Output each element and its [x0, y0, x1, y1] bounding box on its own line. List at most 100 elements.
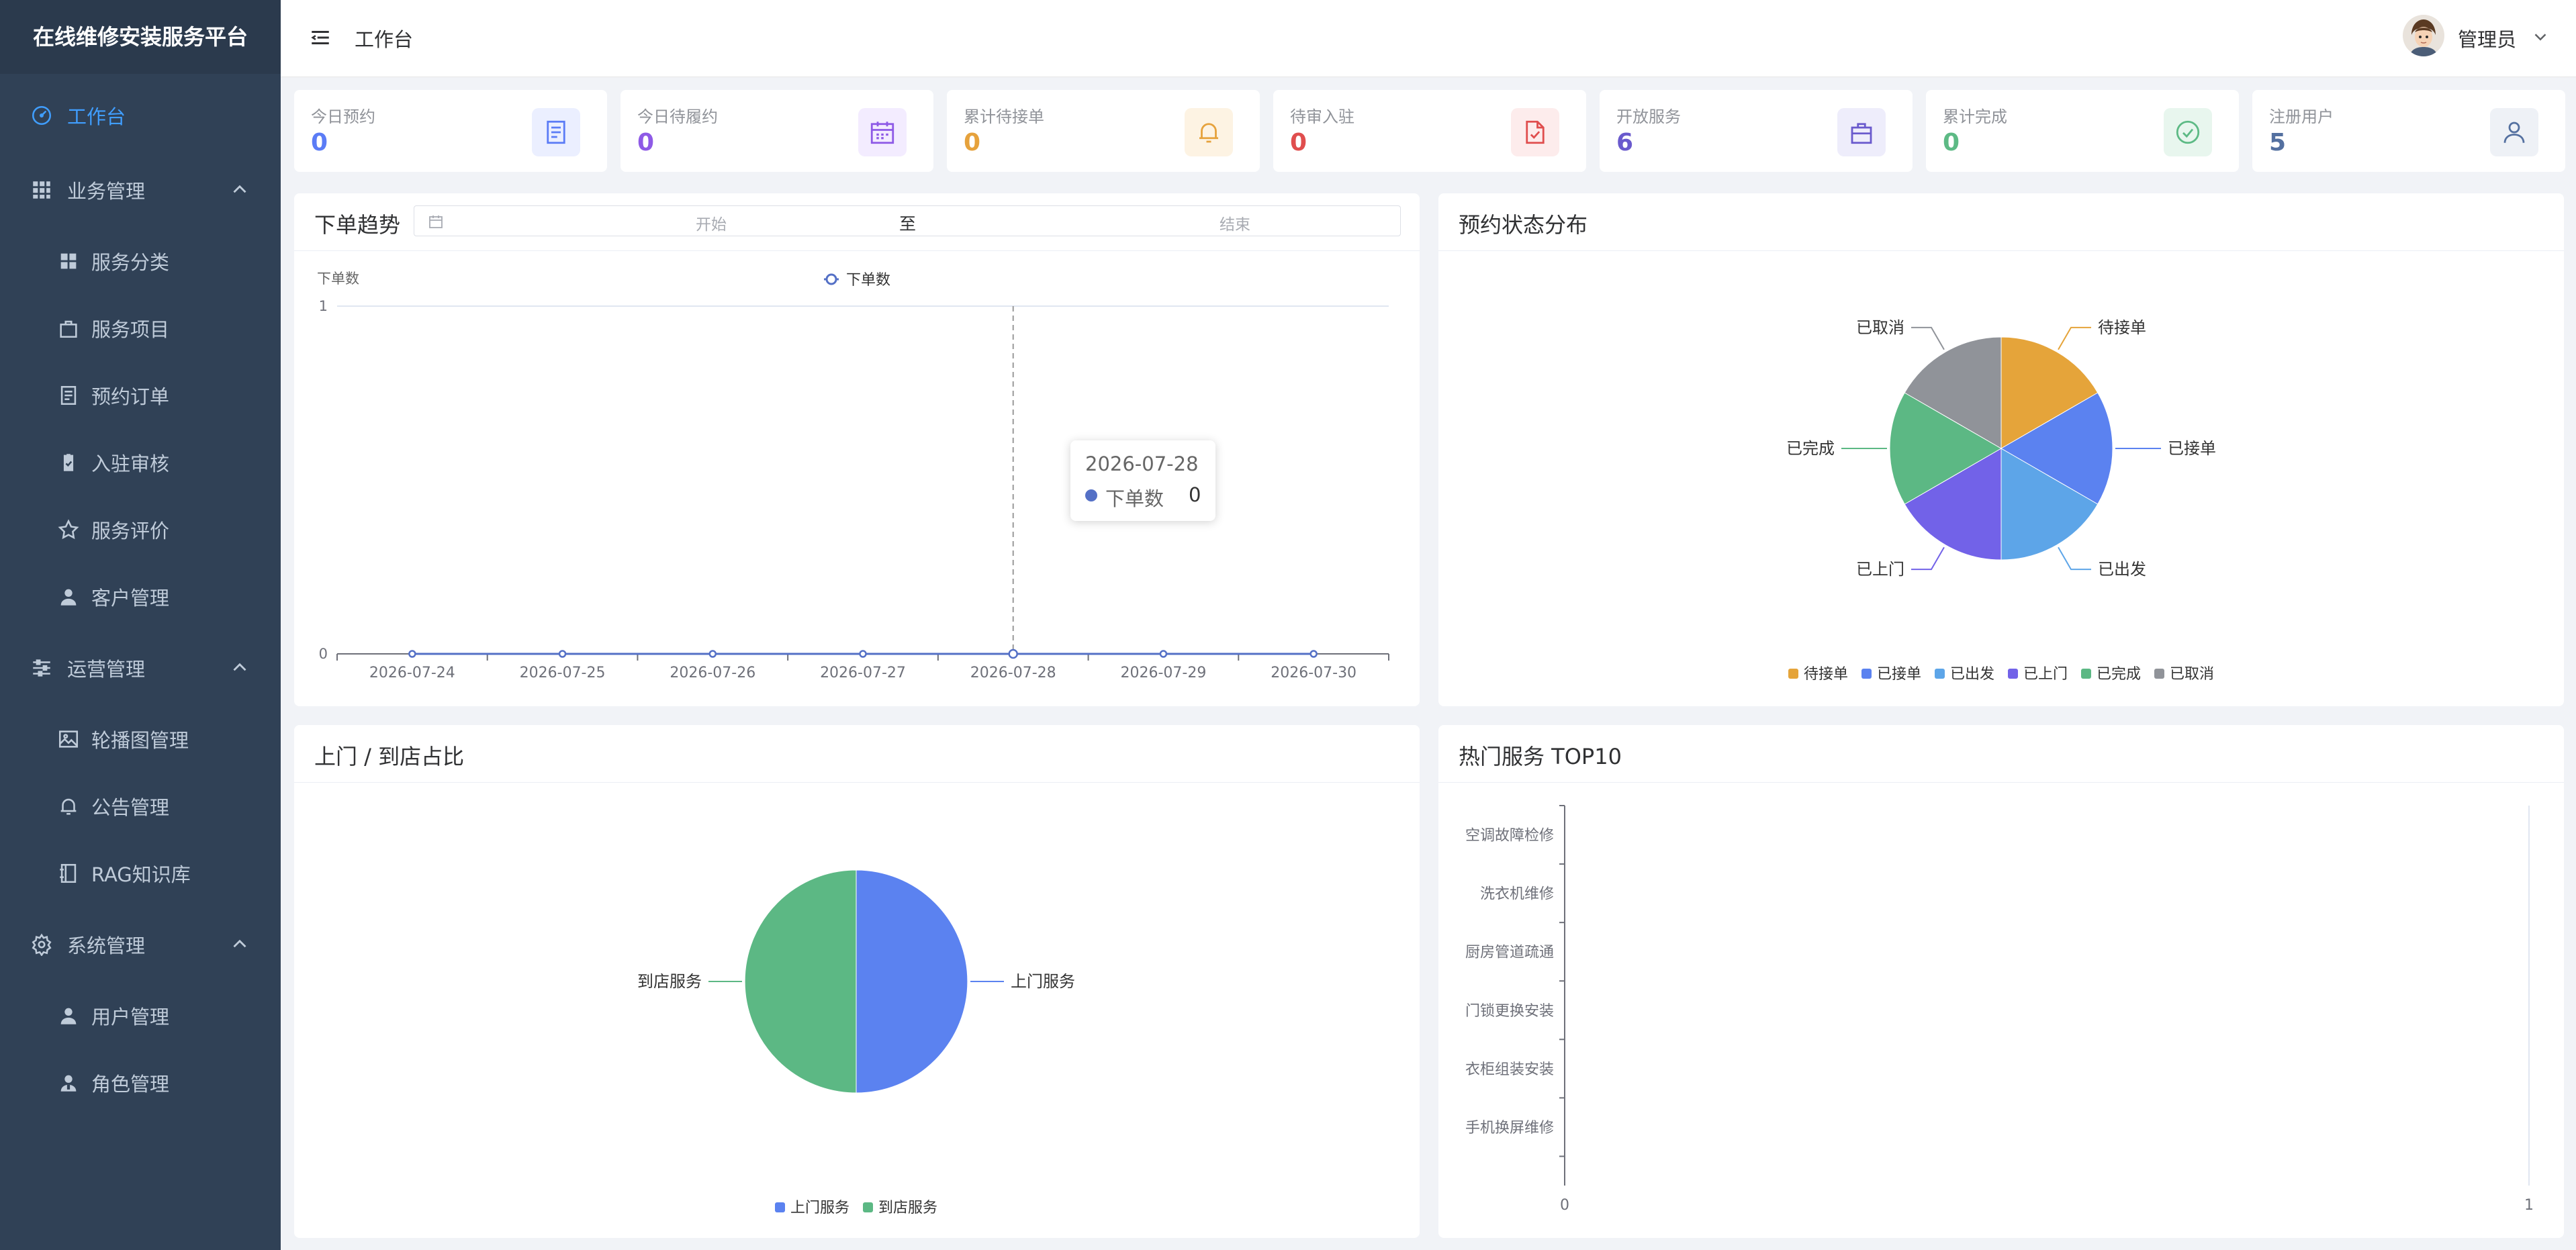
panel-divider — [1438, 250, 2564, 251]
notebook-icon — [56, 861, 81, 885]
sidebar-group-operations[interactable]: 运营管理 — [0, 634, 281, 702]
sidebar-item-roles[interactable]: 角色管理 — [0, 1049, 281, 1116]
tooltip-series-name: 下单数 — [1105, 487, 1164, 510]
panel-divider — [294, 250, 1420, 251]
panel-title: 下单趋势 — [314, 212, 401, 238]
sidebar-item-review[interactable]: 服务评价 — [0, 496, 281, 563]
sidebar-item-label: 工作台 — [67, 105, 126, 128]
sidebar: 在线维修安装服务平台 工作台 业务管理 服务分类 服务项目 预约订单 入驻审核 … — [0, 0, 281, 1250]
sidebar-group-business[interactable]: 业务管理 — [0, 156, 281, 224]
sidebar-item-audit[interactable]: 入驻审核 — [0, 429, 281, 496]
chevron-up-icon — [233, 185, 246, 193]
tooltip-series-dot — [1085, 489, 1097, 501]
sidebar-item-label: 公告管理 — [91, 796, 170, 819]
tooltip-value: 0 — [1189, 483, 1201, 506]
bell-icon — [1185, 108, 1233, 156]
panel-title: 热门服务 TOP10 — [1459, 744, 1622, 769]
star-icon — [56, 518, 81, 542]
bag-icon — [1837, 108, 1886, 156]
bell-icon — [56, 794, 81, 818]
sliders-icon — [30, 656, 54, 680]
sidebar-item-orders[interactable]: 预约订单 — [0, 362, 281, 429]
category-icon — [56, 249, 81, 273]
stat-card-total-waiting: 累计待接单 0 — [947, 90, 1260, 172]
calendar-icon — [858, 108, 907, 156]
gear-icon — [30, 932, 54, 957]
stat-label: 开放服务 — [1616, 107, 1681, 126]
range-start-input[interactable]: 开始 — [617, 211, 805, 234]
sidebar-item-service[interactable]: 服务项目 — [0, 295, 281, 362]
panel-title: 预约状态分布 — [1459, 212, 1588, 238]
sidebar-group-label: 业务管理 — [67, 180, 146, 203]
sidebar-item-banner[interactable]: 轮播图管理 — [0, 706, 281, 773]
sidebar-item-category[interactable]: 服务分类 — [0, 228, 281, 295]
order-trend-panel: 下单趋势 — [294, 193, 1420, 706]
chevron-up-icon — [233, 939, 246, 948]
range-end-input[interactable]: 结束 — [1141, 211, 1329, 234]
stat-card-registered-users: 注册用户 5 — [2252, 90, 2565, 172]
document-icon — [56, 383, 81, 407]
sidebar-item-label: 预约订单 — [91, 385, 170, 408]
dashboard-icon — [30, 103, 54, 128]
sidebar-group-label: 系统管理 — [67, 934, 146, 957]
stat-label: 待审入驻 — [1290, 107, 1354, 126]
stat-label: 累计完成 — [1943, 107, 2007, 126]
stat-card-pending-audit: 待审入驻 0 — [1273, 90, 1586, 172]
document-check-icon — [1511, 108, 1559, 156]
sidebar-item-label: 服务评价 — [91, 520, 170, 542]
document-icon — [532, 108, 580, 156]
panel-title: 上门 / 到店占比 — [314, 744, 465, 769]
stat-label: 今日待履约 — [637, 107, 718, 126]
stat-card-today-pending: 今日待履约 0 — [620, 90, 933, 172]
picture-icon — [56, 727, 81, 751]
stat-value: 0 — [1943, 129, 1960, 156]
chevron-up-icon — [233, 663, 246, 671]
tooltip-date: 2026-07-28 — [1085, 452, 1199, 475]
sidebar-item-users[interactable]: 用户管理 — [0, 982, 281, 1049]
user-icon — [56, 585, 81, 609]
range-separator: 至 — [899, 214, 917, 234]
calendar-icon — [429, 215, 443, 228]
chevron-down-icon[interactable] — [2530, 27, 2550, 47]
grid-icon — [30, 178, 54, 202]
sidebar-item-label: 客户管理 — [91, 587, 170, 610]
sidebar-item-label: 用户管理 — [91, 1006, 170, 1028]
sidebar-item-dashboard[interactable]: 工作台 — [0, 82, 281, 149]
stat-label: 注册用户 — [2269, 107, 2334, 126]
sidebar-item-label: 角色管理 — [91, 1073, 170, 1096]
date-range-picker[interactable]: 开始 至 结束 — [414, 205, 1401, 236]
stat-card-today-bookings: 今日预约 0 — [294, 90, 607, 172]
visit-ratio-panel: 上门 / 到店占比 — [294, 725, 1420, 1238]
user-role-icon — [56, 1071, 81, 1095]
panel-divider — [1438, 782, 2564, 783]
sidebar-item-customers[interactable]: 客户管理 — [0, 563, 281, 630]
username[interactable]: 管理员 — [2458, 24, 2516, 52]
top-header: 工作台 管理员 — [281, 0, 2576, 77]
chart-tooltip: 2026-07-28 下单数 0 — [1070, 440, 1215, 521]
sidebar-item-label: RAG知识库 — [91, 863, 191, 886]
sidebar-item-label: 入驻审核 — [91, 452, 170, 475]
sidebar-item-label: 服务项目 — [91, 318, 170, 341]
app-title: 在线维修安装服务平台 — [0, 0, 281, 74]
stat-card-total-completed: 累计完成 0 — [1926, 90, 2239, 172]
sidebar-group-system[interactable]: 系统管理 — [0, 911, 281, 978]
stat-value: 0 — [637, 129, 655, 156]
stat-value: 0 — [311, 129, 328, 156]
stat-value: 0 — [964, 129, 981, 156]
check-circle-icon — [2164, 108, 2212, 156]
stat-value: 6 — [1616, 129, 1634, 156]
sidebar-group-label: 运营管理 — [67, 658, 146, 681]
stat-card-open-services: 开放服务 6 — [1600, 90, 1913, 172]
menu-toggle-icon[interactable] — [309, 26, 332, 49]
stat-label: 累计待接单 — [964, 107, 1044, 126]
user-icon — [56, 1004, 81, 1028]
sidebar-item-notice[interactable]: 公告管理 — [0, 773, 281, 840]
sidebar-item-rag[interactable]: RAG知识库 — [0, 840, 281, 907]
sidebar-item-label: 服务分类 — [91, 251, 170, 274]
stat-value: 5 — [2269, 129, 2287, 156]
avatar[interactable] — [2403, 15, 2444, 56]
sidebar-item-label: 轮播图管理 — [91, 729, 189, 752]
stat-value: 0 — [1290, 129, 1307, 156]
stat-label: 今日预约 — [311, 107, 375, 126]
top-services-panel: 热门服务 TOP10 — [1438, 725, 2564, 1238]
